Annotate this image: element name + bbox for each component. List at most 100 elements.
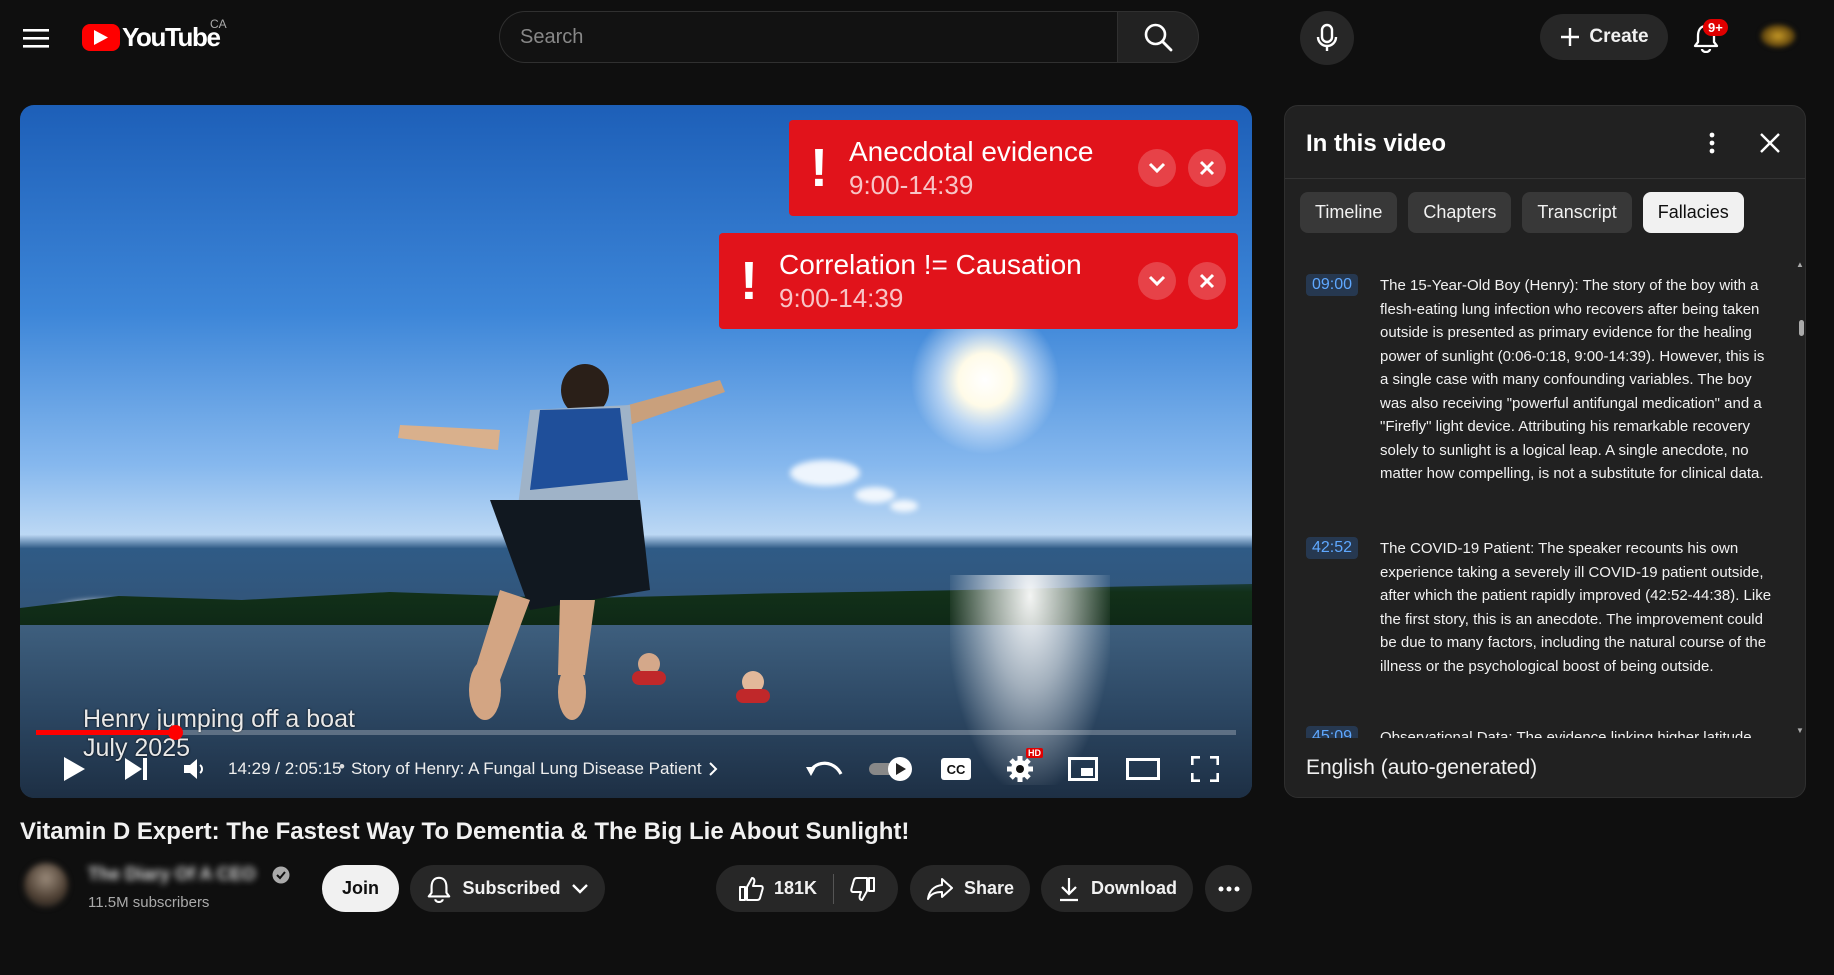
create-label: Create — [1589, 26, 1649, 47]
chevron-down-icon — [571, 883, 588, 894]
entry-text: The COVID-19 Patient: The speaker recoun… — [1380, 540, 1772, 675]
panel-title: In this video — [1306, 130, 1447, 157]
tab-fallacies[interactable]: Fallacies — [1642, 192, 1744, 233]
voice-search-button[interactable] — [1300, 11, 1354, 65]
cloud — [890, 500, 918, 512]
dismiss-alert-button[interactable] — [1188, 149, 1226, 187]
video-title: Vitamin D Expert: The Fastest Way To Dem… — [20, 818, 910, 845]
dismiss-alert-button[interactable] — [1188, 262, 1226, 300]
chapter-title-button[interactable]: Story of Henry: A Fungal Lung Disease Pa… — [351, 759, 718, 779]
more-horizontal-icon — [1218, 886, 1239, 891]
play-icon — [64, 757, 85, 781]
autoplay-toggle-icon — [869, 757, 912, 781]
search-bar — [499, 11, 1199, 63]
account-avatar[interactable] — [1760, 24, 1796, 48]
panel-tabs: Timeline Chapters Transcript Fallacies — [1300, 192, 1744, 233]
channel-avatar[interactable] — [24, 863, 68, 907]
create-button[interactable]: Create — [1540, 14, 1668, 60]
share-button[interactable]: Share — [910, 865, 1030, 912]
channel-name[interactable]: The Diary Of A CEO — [88, 864, 256, 885]
top-bar: YouTube CA Create 9+ — [0, 0, 1834, 74]
scroll-up-arrow[interactable]: ▲ — [1796, 260, 1804, 269]
subscribed-button[interactable]: Subscribed — [410, 865, 605, 912]
captions-button[interactable]: CC — [932, 741, 980, 797]
logo-text: YouTube — [122, 22, 221, 52]
in-this-video-panel: In this video Timeline Chapters Transcri… — [1284, 105, 1806, 798]
theater-mode-button[interactable] — [1120, 741, 1166, 797]
download-label: Download — [1091, 878, 1177, 898]
alert-range: 9:00-14:39 — [779, 282, 904, 313]
more-actions-button[interactable] — [1205, 865, 1252, 912]
bell-icon — [428, 876, 451, 903]
download-button[interactable]: Download — [1041, 865, 1193, 912]
fallacy-entry: 42:52 The COVID-19 Patient: The speaker … — [1306, 537, 1786, 678]
plus-icon — [1561, 28, 1580, 46]
miniplayer-icon — [1068, 757, 1098, 781]
volume-button[interactable] — [170, 741, 218, 797]
volume-icon — [184, 759, 203, 779]
time-display: 14:29 / 2:05:15 — [228, 759, 342, 778]
fullscreen-button[interactable] — [1182, 741, 1228, 797]
progress-bar[interactable] — [36, 725, 1236, 740]
entry-text: Observational Data: The evidence linking… — [1380, 729, 1752, 738]
tab-timeline[interactable]: Timeline — [1300, 192, 1398, 233]
exclamation-icon: ! — [740, 251, 758, 311]
entry-timestamp[interactable]: 09:00 — [1306, 274, 1358, 296]
scroll-down-arrow[interactable]: ▼ — [1796, 726, 1804, 735]
entry-text: The 15-Year-Old Boy (Henry): The story o… — [1380, 277, 1765, 482]
video-player[interactable]: ! Anecdotal evidence 9:00-14:39 ! Correl… — [20, 105, 1252, 798]
tab-transcript[interactable]: Transcript — [1522, 192, 1632, 233]
panel-divider — [1285, 178, 1805, 179]
cc-text: CC — [947, 762, 966, 777]
search-input[interactable] — [499, 11, 1117, 63]
closed-captions-icon: CC — [941, 758, 971, 780]
subscriber-count: 11.5M subscribers — [88, 894, 210, 911]
search-button[interactable] — [1117, 11, 1199, 63]
panel-close-button[interactable] — [1753, 126, 1787, 160]
chevron-down-icon — [1148, 162, 1166, 174]
like-count: 181K — [773, 878, 818, 898]
separator-dot: • — [339, 757, 345, 776]
entry-timestamp[interactable]: 45:09 — [1306, 726, 1358, 738]
miniplayer-button[interactable] — [1060, 741, 1106, 797]
alert-body: Correlation != Causation 9:00-14:39 — [779, 249, 1138, 314]
join-button[interactable]: Join — [322, 865, 399, 912]
swimmer-vest — [736, 689, 770, 703]
cloud — [855, 487, 895, 503]
autoplay-toggle[interactable] — [862, 741, 920, 797]
rewind-icon — [806, 761, 843, 776]
share-icon — [926, 877, 953, 900]
expand-alert-button[interactable] — [1138, 149, 1176, 187]
panel-scrollbar-thumb[interactable] — [1799, 320, 1804, 336]
notification-badge: 9+ — [1703, 19, 1728, 36]
gear-icon — [1007, 756, 1033, 782]
like-dislike-group: 181K — [716, 865, 898, 912]
expand-alert-button[interactable] — [1138, 262, 1176, 300]
next-button[interactable] — [110, 741, 162, 797]
tab-chapters[interactable]: Chapters — [1408, 192, 1512, 233]
thumbs-down-icon — [850, 876, 876, 901]
close-icon — [1199, 273, 1215, 289]
verified-icon — [272, 866, 290, 884]
fallacy-alert-correlation[interactable]: ! Correlation != Causation 9:00-14:39 — [719, 233, 1238, 329]
transcript-language[interactable]: English (auto-generated) — [1306, 756, 1537, 780]
play-button[interactable] — [48, 741, 100, 797]
menu-icon[interactable] — [16, 18, 56, 58]
alert-title: Correlation != Causation — [779, 248, 1082, 280]
settings-button[interactable]: HD — [996, 741, 1044, 797]
youtube-play-icon — [82, 24, 120, 51]
alert-body: Anecdotal evidence 9:00-14:39 — [849, 136, 1138, 201]
chevron-right-icon — [708, 762, 718, 776]
dislike-button[interactable] — [834, 876, 876, 902]
youtube-logo[interactable]: YouTube — [82, 22, 221, 53]
entry-timestamp[interactable]: 42:52 — [1306, 537, 1358, 559]
panel-more-button[interactable] — [1695, 126, 1729, 160]
fallacy-alert-anecdotal[interactable]: ! Anecdotal evidence 9:00-14:39 — [789, 120, 1238, 216]
theater-mode-icon — [1126, 758, 1160, 780]
progress-played — [36, 730, 176, 735]
like-button[interactable]: 181K — [738, 873, 835, 904]
close-icon — [1199, 160, 1215, 176]
skip-next-icon — [125, 758, 147, 780]
rewind-button[interactable] — [800, 741, 850, 797]
close-icon — [1760, 133, 1780, 153]
